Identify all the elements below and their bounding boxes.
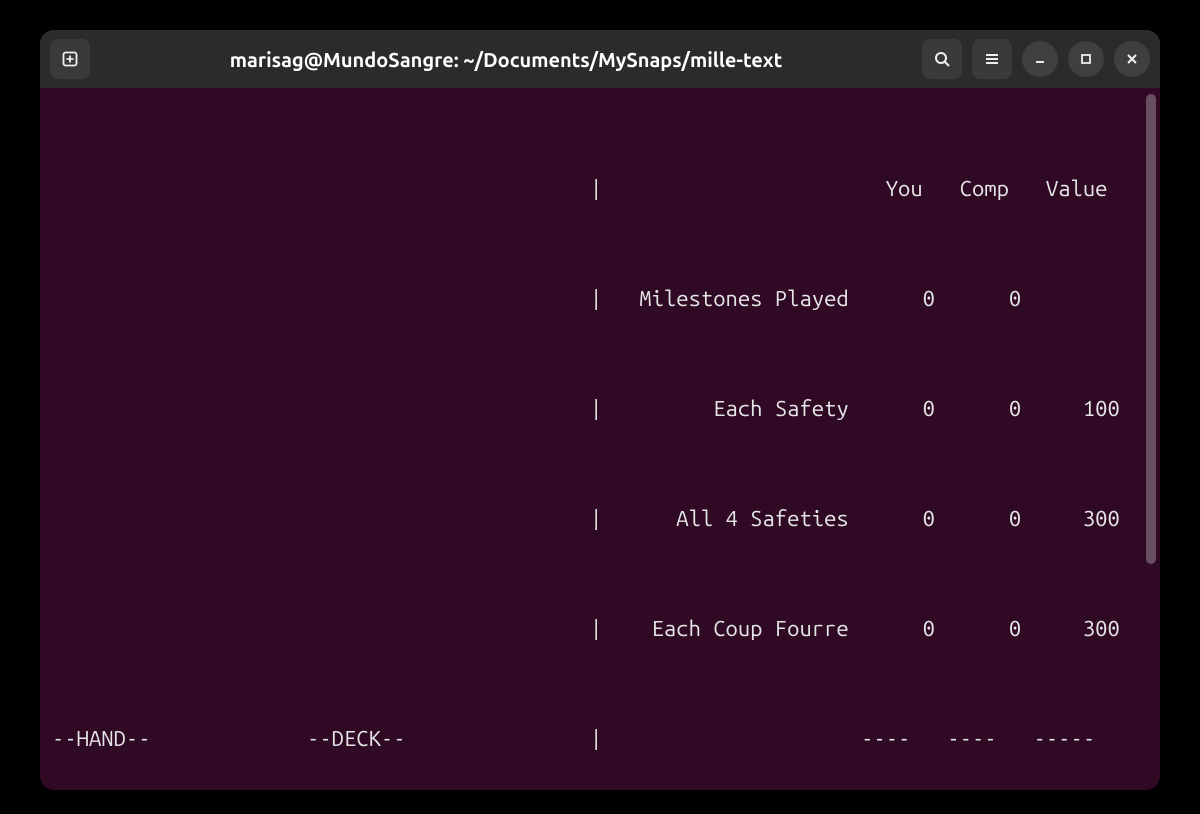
score-row-label: Each Safety	[713, 396, 849, 421]
sep: |	[590, 176, 602, 201]
score-dashes: ---- ---- -----	[861, 726, 1095, 751]
maximize-button[interactable]	[1068, 41, 1104, 77]
titlebar: marisag@MundoSangre: ~/Documents/MySnaps…	[40, 30, 1160, 88]
score-row-label: Each Coup Fourre	[652, 616, 849, 641]
score-hdr-value: Value	[1046, 176, 1108, 201]
score-comp: 0	[1009, 286, 1021, 311]
deck-header: --DECK--	[307, 725, 406, 753]
menu-button[interactable]	[972, 39, 1012, 79]
window-title: marisag@MundoSangre: ~/Documents/MySnaps…	[98, 48, 914, 71]
scrollbar[interactable]	[1146, 94, 1156, 564]
hand-header: --HAND--	[52, 725, 307, 753]
score-row-label: Milestones Played	[639, 286, 848, 311]
new-tab-button[interactable]	[50, 39, 90, 79]
score-row-label: All 4 Safeties	[676, 506, 848, 531]
score-value: 100	[1083, 396, 1120, 421]
score-hdr-you: You	[886, 176, 923, 201]
search-button[interactable]	[922, 39, 962, 79]
close-button[interactable]	[1114, 41, 1150, 77]
score-hdr-comp: Comp	[960, 176, 1009, 201]
minimize-button[interactable]	[1022, 41, 1058, 77]
terminal-content[interactable]: | You Comp Value | Milestones Played 0 0…	[40, 88, 1160, 790]
terminal-window: marisag@MundoSangre: ~/Documents/MySnaps…	[40, 30, 1160, 790]
score-you: 0	[923, 286, 935, 311]
